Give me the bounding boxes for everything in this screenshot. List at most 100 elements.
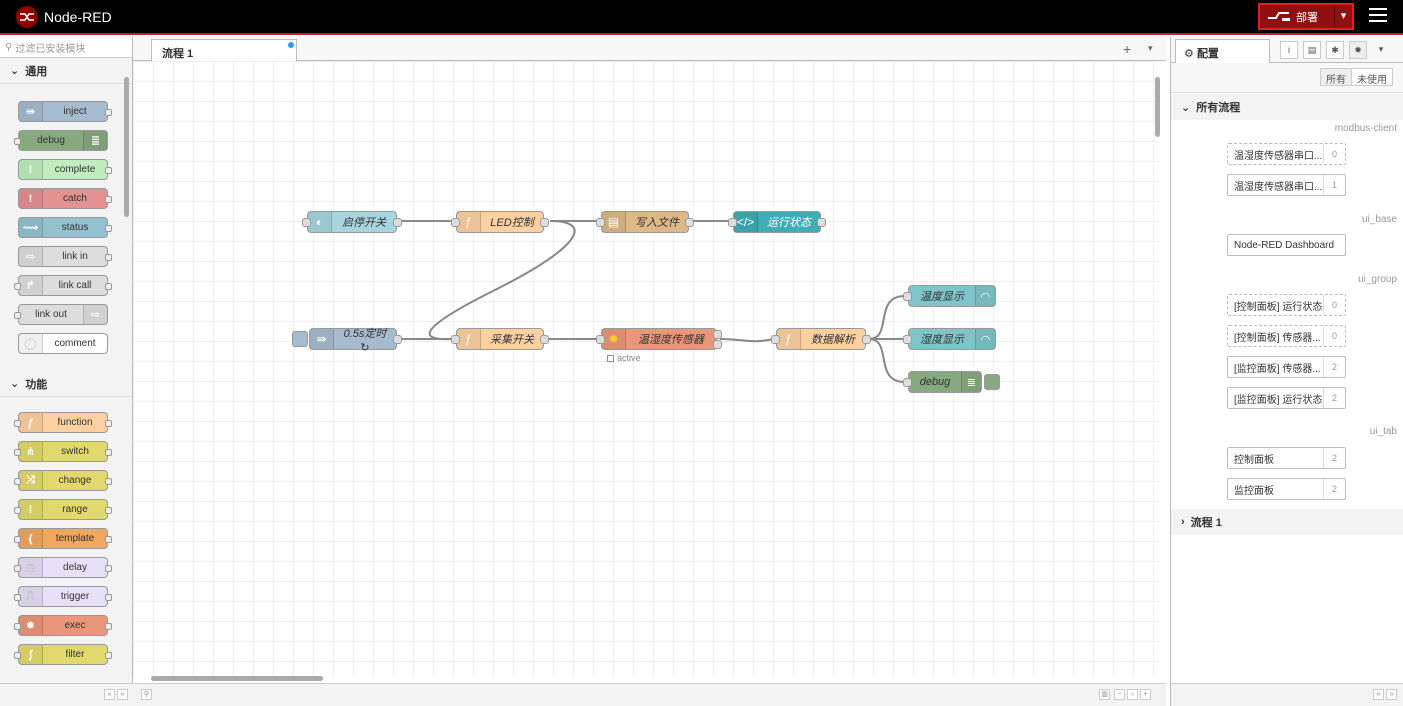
tab-flow-1[interactable]: 流程 1 bbox=[151, 39, 297, 61]
toggle-icon: ◐ bbox=[308, 212, 332, 232]
config-node[interactable]: [控制面板] 运行状态 0 bbox=[1227, 294, 1346, 316]
node-led-control[interactable]: ƒ LED控制 bbox=[451, 211, 549, 233]
config-label: 控制面板 bbox=[1234, 454, 1274, 466]
inject-trigger-button[interactable] bbox=[292, 331, 308, 347]
filter-unused-button[interactable]: 未使用 bbox=[1351, 68, 1393, 86]
add-flow-icon[interactable]: + bbox=[1123, 41, 1131, 57]
palette-node-trigger[interactable]: ⎍ trigger bbox=[14, 586, 112, 607]
node-humidity-display[interactable]: 湿度显示 ◠ bbox=[903, 328, 996, 350]
palette-search-input[interactable]: 过滤已安装模块 bbox=[15, 40, 85, 55]
palette-node-exec[interactable]: ✹ exec bbox=[14, 615, 112, 636]
category-function-header[interactable]: ⌄ 功能 bbox=[0, 371, 132, 397]
config-node[interactable]: 温湿度传感器串口... 0 bbox=[1227, 143, 1346, 165]
palette-node-filter[interactable]: ∫ filter bbox=[14, 644, 112, 665]
collapse-all-icon[interactable]: « bbox=[104, 689, 115, 700]
node-temp-humidity-sensor[interactable]: ✹ 温湿度传感器 bbox=[596, 328, 722, 350]
palette-node-label: link in bbox=[62, 251, 88, 262]
palette-scrollbar[interactable] bbox=[124, 77, 129, 217]
status-dot-icon bbox=[607, 354, 614, 362]
chevron-down-icon: ⌄ bbox=[1181, 101, 1191, 114]
node-run-state[interactable]: </> 运行状态 bbox=[728, 211, 826, 233]
sidebar-menu-chevron-icon[interactable]: ▾ bbox=[1372, 41, 1390, 59]
palette-node-comment[interactable]: ◯ comment bbox=[18, 333, 108, 354]
config-node[interactable]: [监控面板] 运行状态 2 bbox=[1227, 387, 1346, 409]
range-icon: ⁞ bbox=[19, 500, 43, 519]
config-node[interactable]: Node-RED Dashboard bbox=[1227, 234, 1346, 256]
palette-node-label: template bbox=[55, 533, 95, 544]
palette-node-delay[interactable]: ◷ delay bbox=[14, 557, 112, 578]
filter-all-button[interactable]: 所有 bbox=[1320, 68, 1352, 86]
node-debug[interactable]: debug ≣ bbox=[903, 371, 982, 393]
link-out-icon: ⇨ bbox=[83, 305, 107, 324]
palette-node-template[interactable]: {template bbox=[14, 528, 112, 549]
zoom-in-icon[interactable]: + bbox=[1140, 689, 1151, 700]
palette-node-complete[interactable]: ! complete bbox=[18, 159, 112, 180]
zoom-reset-icon[interactable]: ○ bbox=[1127, 689, 1138, 700]
config-node[interactable]: 监控面板 2 bbox=[1227, 478, 1346, 500]
palette-node-change[interactable]: ⤨ change bbox=[14, 470, 112, 491]
changed-dot-icon bbox=[288, 42, 294, 48]
main-menu-icon[interactable] bbox=[1369, 8, 1387, 26]
section-flow-1[interactable]: › 流程 1 bbox=[1171, 509, 1403, 535]
config-label: Node-RED Dashboard bbox=[1234, 239, 1335, 251]
palette-node-catch[interactable]: ! catch bbox=[18, 188, 112, 209]
collapse-all-icon[interactable]: « bbox=[1373, 689, 1384, 700]
deploy-button[interactable]: 部署 ▾ bbox=[1258, 3, 1354, 30]
help-book-icon[interactable]: ▤ bbox=[1303, 41, 1321, 59]
palette-search[interactable]: ⚲ 过滤已安装模块 bbox=[0, 37, 132, 58]
navigator-map-icon[interactable]: ▥ bbox=[1099, 689, 1110, 700]
palette-footer: « » bbox=[0, 683, 133, 706]
config-type-label: modbus-client bbox=[1334, 123, 1397, 134]
palette-node-inject[interactable]: ⇛ inject bbox=[18, 101, 112, 122]
tab-label: 配置 bbox=[1196, 48, 1219, 60]
flow-canvas[interactable]: ◐ 启停开关 ƒ LED控制 ▤ 写入文件 </> 运行状态 ⇛ 0.5s定时 ↻ ƒ 采集… bbox=[133, 61, 1158, 676]
comment-bubble-icon: ◯ bbox=[19, 334, 43, 353]
category-common-header[interactable]: ⌄ 通用 bbox=[0, 58, 132, 84]
palette-node-link-in[interactable]: ⇨ link in bbox=[18, 246, 112, 267]
node-start-stop-switch[interactable]: ◐ 启停开关 bbox=[302, 211, 402, 233]
palette-node-label: link out bbox=[35, 309, 67, 320]
config-label: [监控面板] 运行状态 bbox=[1234, 394, 1323, 406]
node-collect-switch[interactable]: ƒ 采集开关 bbox=[451, 328, 549, 350]
config-node[interactable]: [控制面板] 传感器... 0 bbox=[1227, 325, 1346, 347]
function-icon: ƒ bbox=[457, 329, 481, 349]
flow-list-chevron-icon[interactable]: ▾ bbox=[1148, 43, 1153, 54]
palette-node-debug[interactable]: ≣ debug bbox=[14, 130, 108, 151]
node-write-file[interactable]: ▤ 写入文件 bbox=[596, 211, 694, 233]
canvas-horizontal-scrollbar[interactable] bbox=[151, 676, 323, 681]
node-label: 运行状态 bbox=[767, 217, 811, 229]
settings-gear-icon[interactable]: ✹ bbox=[1349, 41, 1367, 59]
canvas-vertical-scrollbar[interactable] bbox=[1155, 77, 1160, 137]
tab-config-nodes[interactable]: ⚙ 配置 bbox=[1175, 39, 1270, 63]
usage-count: 2 bbox=[1323, 479, 1345, 499]
debug-list-icon: ≣ bbox=[83, 131, 107, 150]
palette-node-function[interactable]: ƒ function bbox=[14, 412, 112, 433]
shuffle-icon: ⤨ bbox=[19, 471, 43, 490]
node-temperature-display[interactable]: 温度显示 ◠ bbox=[903, 285, 996, 307]
debug-toggle-button[interactable] bbox=[984, 374, 1000, 390]
section-all-flows[interactable]: ⌄ 所有流程 bbox=[1171, 94, 1403, 120]
node-data-parse[interactable]: ƒ 数据解析 bbox=[771, 328, 871, 350]
palette-node-switch[interactable]: ⋔ switch bbox=[14, 441, 112, 462]
expand-all-icon[interactable]: » bbox=[117, 689, 128, 700]
config-node[interactable]: 温湿度传感器串口... 1 bbox=[1227, 174, 1346, 196]
info-icon[interactable]: i bbox=[1280, 41, 1298, 59]
zoom-out-icon[interactable]: − bbox=[1114, 689, 1125, 700]
inject-arrow-icon: ⇛ bbox=[19, 102, 43, 121]
palette-node-status[interactable]: ⟿ status bbox=[18, 217, 112, 238]
gear-icon: ⚙ bbox=[1184, 48, 1194, 60]
expand-all-icon[interactable]: » bbox=[1386, 689, 1397, 700]
search-icon[interactable]: ⚲ bbox=[141, 689, 152, 700]
config-node[interactable]: [监控面板] 传感器... 2 bbox=[1227, 356, 1346, 378]
sidebar: ⚙ 配置 i ▤ ✱ ✹ ▾ 所有 未使用 ⌄ 所有流程 modbus-clien… bbox=[1170, 37, 1403, 706]
palette-node-range[interactable]: ⁞ range bbox=[14, 499, 112, 520]
palette-node-link-out[interactable]: ⇨ link out bbox=[14, 304, 108, 325]
config-node[interactable]: 控制面板 2 bbox=[1227, 447, 1346, 469]
deploy-options-chevron-icon[interactable]: ▾ bbox=[1334, 5, 1352, 28]
app-logo: Node-RED bbox=[16, 6, 112, 28]
gauge-icon: ◠ bbox=[975, 286, 995, 306]
debug-bug-icon[interactable]: ✱ bbox=[1326, 41, 1344, 59]
palette-node-link-call[interactable]: ↱ link call bbox=[14, 275, 112, 296]
exclamation-icon: ! bbox=[19, 189, 43, 208]
node-timer-inject[interactable]: ⇛ 0.5s定时 ↻ bbox=[309, 328, 402, 354]
